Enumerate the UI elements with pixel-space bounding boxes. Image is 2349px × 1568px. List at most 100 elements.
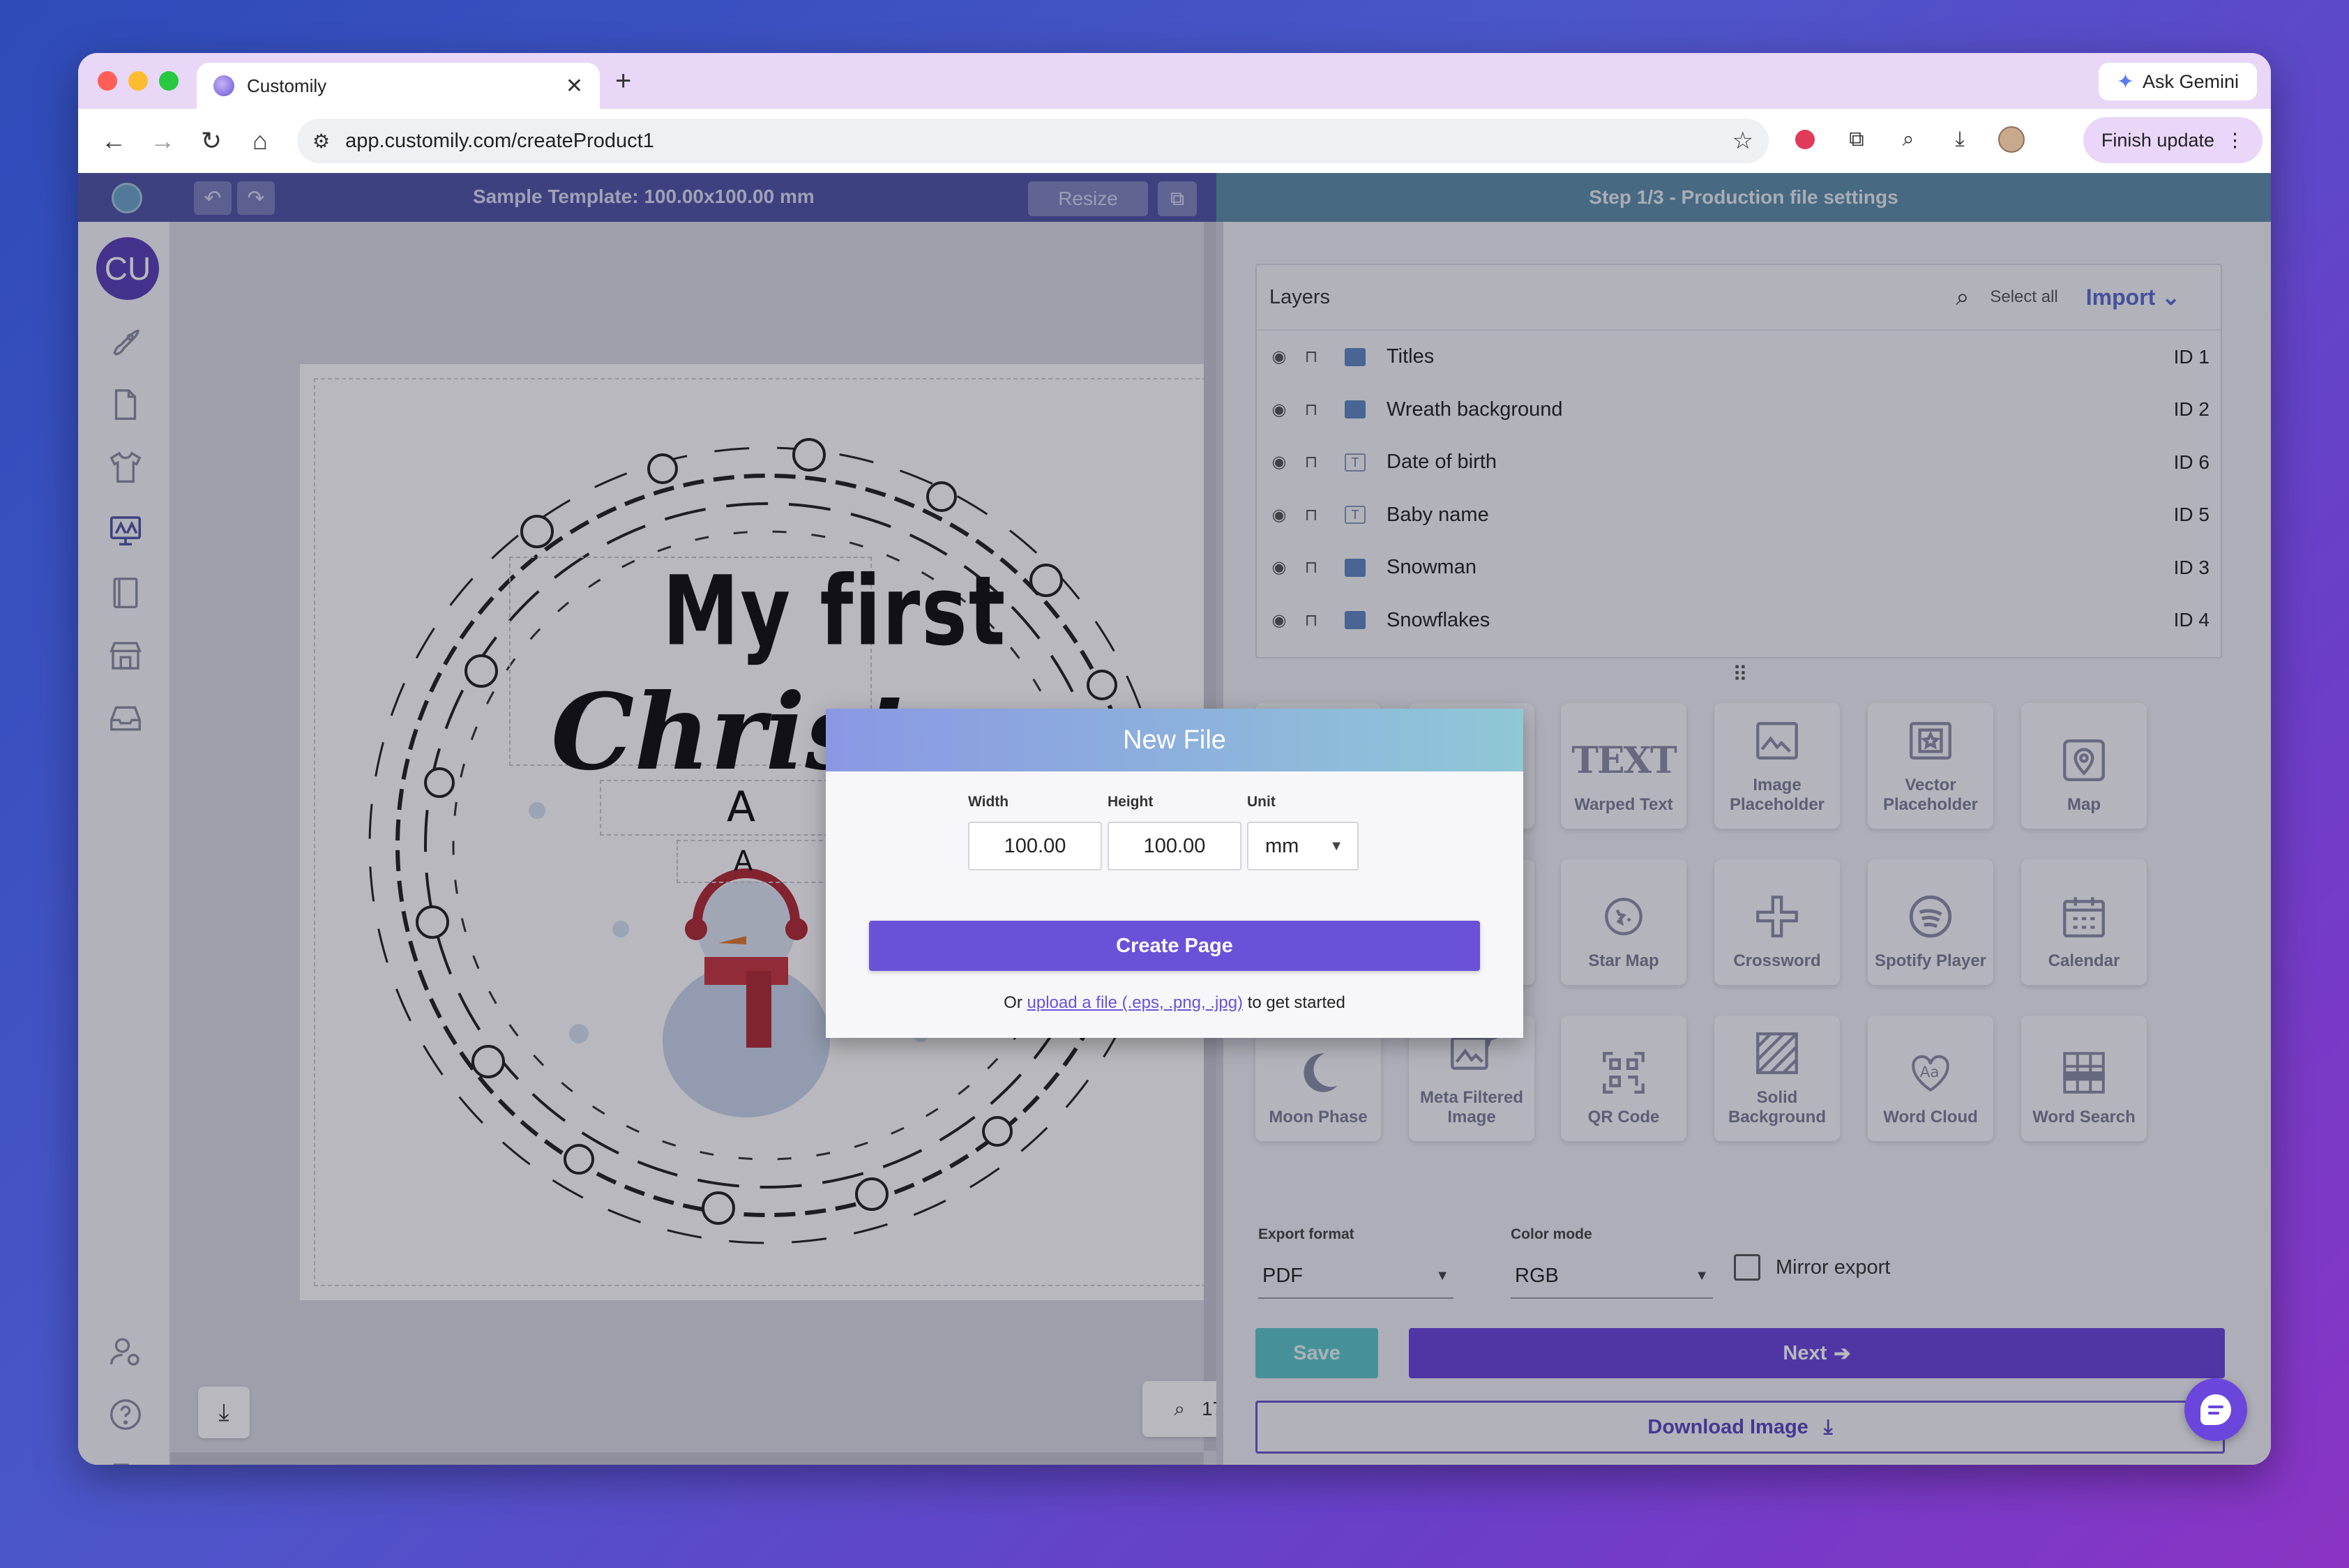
url-text[interactable]: app.customily.com/createProduct1 bbox=[345, 130, 1716, 153]
tile-calendar[interactable]: Calendar bbox=[2021, 859, 2147, 985]
upload-file-link[interactable]: upload a file (.eps, .png, .jpg) bbox=[1027, 993, 1244, 1012]
export-format-select[interactable]: PDF ▼ bbox=[1258, 1254, 1453, 1299]
unlock-icon[interactable]: ⊓ bbox=[1300, 505, 1322, 525]
download-image-button[interactable]: Download Image ⤓ bbox=[1255, 1401, 2225, 1454]
tile-star-map[interactable]: Star Map bbox=[1561, 859, 1686, 985]
eye-icon[interactable]: ◉ bbox=[1268, 347, 1290, 367]
mirror-export-checkbox[interactable] bbox=[1734, 1254, 1760, 1281]
bookmark-star-icon[interactable]: ☆ bbox=[1732, 127, 1753, 155]
save-button[interactable]: Save bbox=[1255, 1328, 1378, 1378]
more-vert-icon[interactable]: ⋮ bbox=[2226, 130, 2244, 151]
baby-name-placeholder[interactable]: A bbox=[727, 783, 755, 831]
address-bar[interactable]: ⚙ app.customily.com/createProduct1 ☆ bbox=[297, 119, 1769, 163]
tile-word-search[interactable]: Word Search bbox=[2021, 1016, 2147, 1141]
notebook-icon[interactable] bbox=[106, 573, 145, 612]
avatar[interactable]: CU bbox=[96, 237, 159, 300]
width-value: 100.00 bbox=[1004, 834, 1066, 857]
eye-icon[interactable]: ◉ bbox=[1268, 505, 1290, 525]
tile-vector-placeholder[interactable]: Vector Placeholder bbox=[1868, 703, 1993, 829]
profile-avatar-icon[interactable] bbox=[1996, 124, 2027, 155]
footer-suffix: to get started bbox=[1247, 993, 1345, 1012]
tab-search-icon[interactable]: ⌕ bbox=[1893, 124, 1924, 155]
chat-support-button[interactable] bbox=[2184, 1378, 2247, 1441]
layer-row[interactable]: ◉ ⊓ Wreath background ID 2 bbox=[1257, 384, 2221, 437]
store-icon[interactable] bbox=[106, 636, 145, 675]
finish-update-button[interactable]: Finish update ⋮ bbox=[2083, 117, 2263, 163]
tile-crossword[interactable]: Crossword bbox=[1714, 859, 1840, 985]
unlock-icon[interactable]: ⊓ bbox=[1300, 400, 1322, 420]
unlock-icon[interactable]: ⊓ bbox=[1300, 347, 1322, 367]
user-settings-icon[interactable] bbox=[106, 1332, 145, 1371]
inbox-icon[interactable] bbox=[106, 699, 145, 738]
eye-icon[interactable]: ◉ bbox=[1268, 610, 1290, 631]
tile-qr-code[interactable]: QR Code bbox=[1561, 1016, 1686, 1141]
redo-button[interactable]: ↷ bbox=[237, 181, 275, 215]
extensions-puzzle-icon[interactable]: ⧉ bbox=[1841, 124, 1872, 155]
height-value: 100.00 bbox=[1143, 834, 1206, 857]
height-input[interactable]: 100.00 bbox=[1108, 822, 1241, 870]
customily-logo-icon[interactable] bbox=[112, 183, 142, 213]
undo-button[interactable]: ↶ bbox=[194, 181, 232, 215]
forward-arrow-icon[interactable]: → bbox=[138, 126, 187, 156]
design-templates-icon[interactable] bbox=[106, 511, 145, 550]
file-icon[interactable] bbox=[106, 385, 145, 424]
layer-row[interactable]: ◉ ⊓ T Baby name ID 5 bbox=[1257, 489, 2221, 542]
import-button[interactable]: Import ⌄ bbox=[2086, 284, 2180, 310]
extension-raspberry-icon[interactable] bbox=[1790, 124, 1820, 155]
layer-id: ID 4 bbox=[2173, 609, 2210, 631]
maximize-window-button[interactable] bbox=[159, 71, 179, 91]
export-format-label: Export format bbox=[1258, 1226, 1354, 1242]
help-icon[interactable] bbox=[106, 1395, 145, 1434]
unit-select[interactable]: mm ▼ bbox=[1247, 822, 1359, 870]
download-canvas-button[interactable]: ⤓ bbox=[198, 1387, 250, 1438]
layer-row[interactable]: ◉ ⊓ Titles ID 1 bbox=[1257, 331, 2221, 384]
mirror-export-option[interactable]: Mirror export bbox=[1734, 1254, 1890, 1281]
layer-name: Date of birth bbox=[1387, 451, 1497, 474]
eye-icon[interactable]: ◉ bbox=[1268, 400, 1290, 420]
rocket-icon[interactable] bbox=[106, 322, 145, 361]
tshirt-icon[interactable] bbox=[106, 448, 145, 487]
unlock-icon[interactable]: ⊓ bbox=[1300, 557, 1322, 578]
next-button[interactable]: Next ➔ bbox=[1409, 1328, 2225, 1378]
downloads-icon[interactable]: ⤓ bbox=[1944, 124, 1975, 155]
color-mode-select[interactable]: RGB ▼ bbox=[1511, 1254, 1713, 1299]
unlock-icon[interactable]: ⊓ bbox=[1300, 452, 1322, 472]
tile-solid-background[interactable]: Solid Background bbox=[1714, 1016, 1840, 1141]
image-layer-icon bbox=[1345, 347, 1366, 366]
canvas-size-icon[interactable]: ⧉ bbox=[1158, 181, 1197, 216]
ask-gemini-button[interactable]: ✦ Ask Gemini bbox=[2098, 63, 2257, 100]
new-tab-icon[interactable]: + bbox=[615, 66, 631, 97]
reload-icon[interactable]: ↻ bbox=[187, 126, 236, 156]
tile-word-cloud[interactable]: Aa Word Cloud bbox=[1868, 1016, 1993, 1141]
logout-icon[interactable] bbox=[106, 1458, 145, 1465]
close-window-button[interactable] bbox=[98, 71, 117, 91]
tile-image-placeholder[interactable]: Image Placeholder bbox=[1714, 703, 1840, 829]
layer-row[interactable]: ◉ ⊓ Snowman ID 3 bbox=[1257, 541, 2221, 594]
tile-spotify-player[interactable]: Spotify Player bbox=[1868, 859, 1993, 985]
select-all-button[interactable]: Select all bbox=[1990, 287, 2057, 307]
tile-map[interactable]: Map bbox=[2021, 703, 2147, 829]
tile-warped-text[interactable]: TEXT Warped Text bbox=[1561, 703, 1686, 829]
eye-icon[interactable]: ◉ bbox=[1268, 452, 1290, 472]
home-icon[interactable]: ⌂ bbox=[236, 126, 285, 156]
svg-text:Aa: Aa bbox=[1920, 1064, 1940, 1081]
create-page-button[interactable]: Create Page bbox=[869, 921, 1480, 971]
tab-close-icon[interactable]: ✕ bbox=[566, 74, 583, 98]
eye-icon[interactable]: ◉ bbox=[1268, 557, 1290, 578]
drag-handle-icon[interactable]: ⠿ bbox=[1732, 663, 1749, 687]
back-arrow-icon[interactable]: ← bbox=[89, 126, 138, 156]
layer-row[interactable]: ◉ ⊓ Snowflakes ID 4 bbox=[1257, 594, 2221, 647]
tab-customily[interactable]: Customily ✕ bbox=[197, 63, 600, 109]
minimize-window-button[interactable] bbox=[128, 71, 148, 91]
site-settings-icon[interactable]: ⚙ bbox=[312, 130, 330, 153]
canvas-horizontal-scrollbar[interactable] bbox=[170, 1452, 1204, 1465]
layers-panel: Layers ⌕ Select all Import ⌄ ◉ ⊓ Titles ID … bbox=[1255, 264, 2222, 658]
unlock-icon[interactable]: ⊓ bbox=[1300, 610, 1322, 631]
layer-row[interactable]: ◉ ⊓ T Date of birth ID 6 bbox=[1257, 436, 2221, 489]
date-placeholder[interactable]: A bbox=[734, 845, 753, 877]
width-input[interactable]: 100.00 bbox=[968, 822, 1102, 870]
tile-label: Moon Phase bbox=[1269, 1108, 1368, 1126]
layers-search-icon[interactable]: ⌕ bbox=[1956, 284, 1969, 311]
resize-button[interactable]: Resize bbox=[1028, 181, 1148, 216]
browser-toolbar: ← → ↻ ⌂ ⚙ app.customily.com/createProduc… bbox=[78, 109, 2271, 173]
